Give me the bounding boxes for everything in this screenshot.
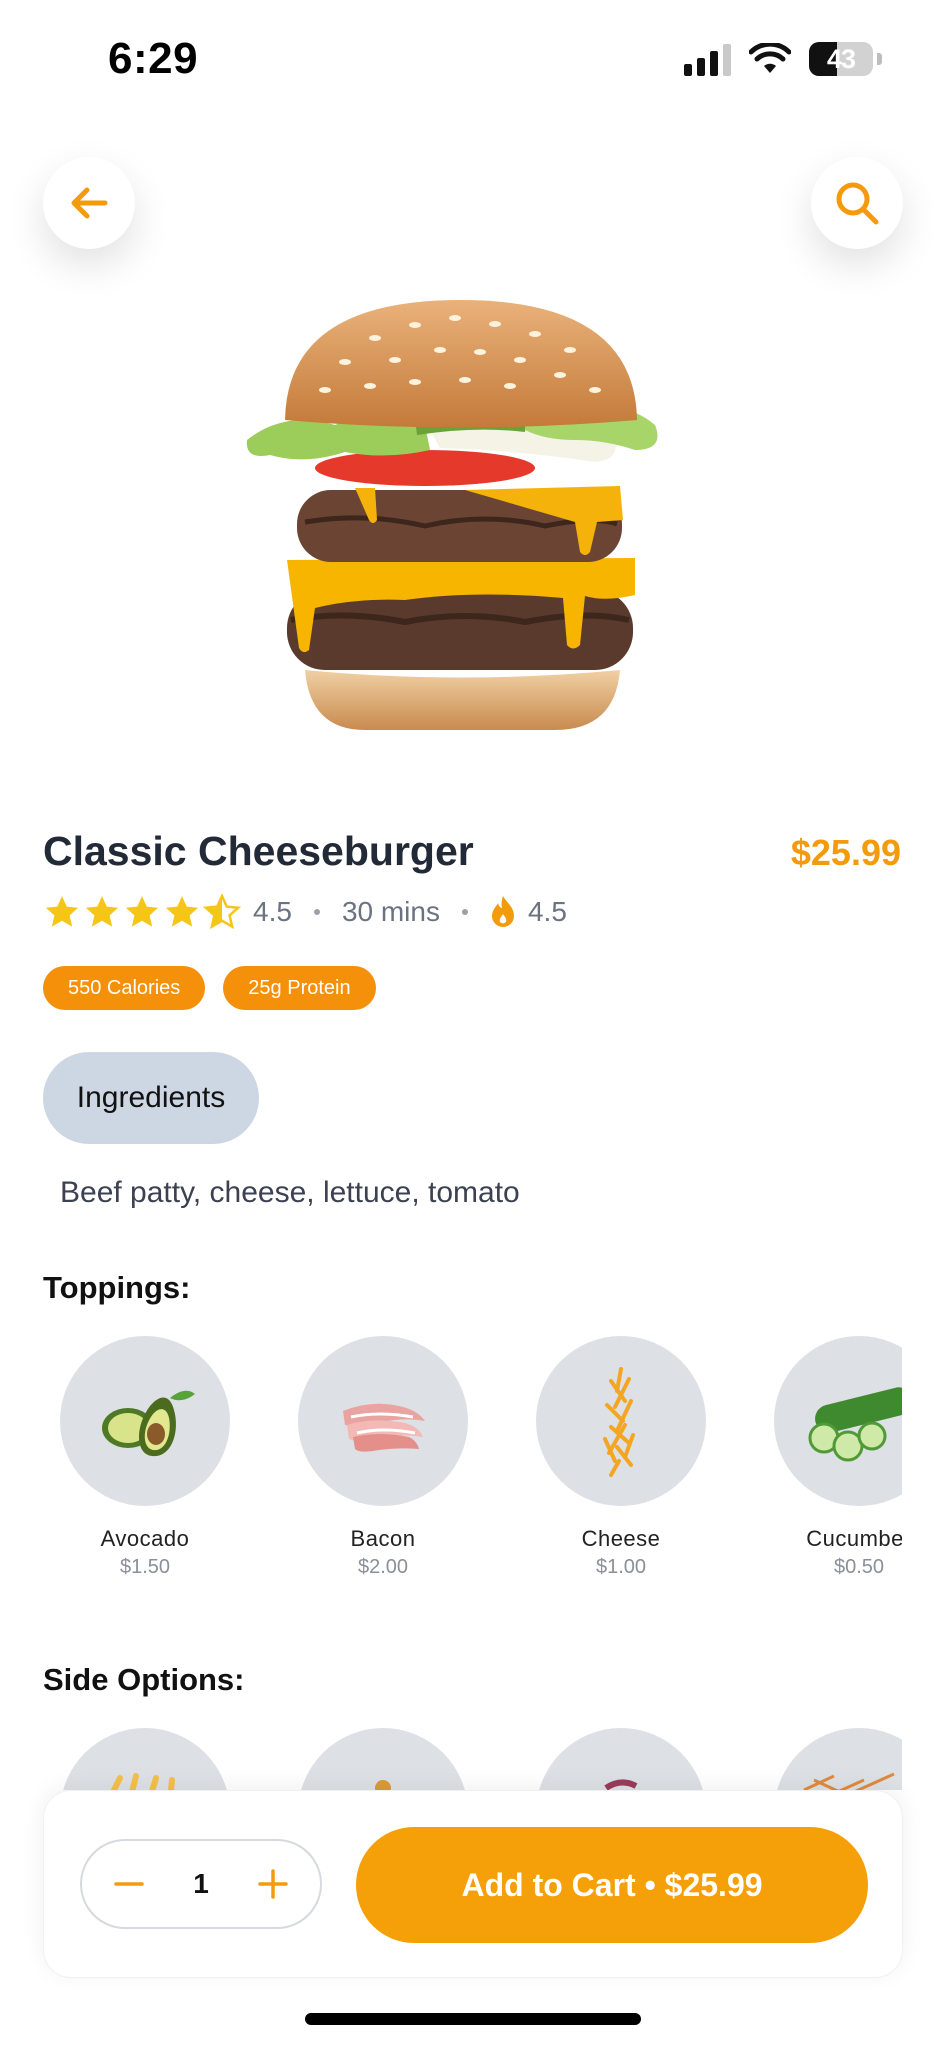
plus-icon[interactable]	[256, 1867, 290, 1901]
star-icon	[125, 896, 159, 927]
ingredients-list: Beef patty, cheese, lettuce, tomato	[60, 1176, 520, 1209]
side-item-coleslaw[interactable]	[774, 1728, 902, 1790]
topping-name: Bacon	[350, 1526, 416, 1551]
side-item-fries[interactable]	[60, 1728, 230, 1790]
add-to-cart-button[interactable]: Add to Cart • $25.99	[356, 1827, 868, 1943]
status-bar: 6:29 43	[0, 0, 946, 120]
back-button[interactable]	[43, 157, 135, 249]
topping-item-cheese[interactable]: Cheese $1.00	[536, 1336, 706, 1579]
cheese-image	[536, 1336, 706, 1506]
home-indicator	[305, 2013, 641, 2025]
prep-time: 30 mins	[341, 896, 440, 927]
arrow-left-icon	[71, 187, 108, 219]
wifi-icon	[749, 43, 791, 73]
burger-image	[246, 300, 658, 730]
toppings-heading: Toppings:	[43, 1270, 191, 1305]
status-time: 6:29	[108, 34, 199, 83]
topping-name: Cheese	[581, 1526, 661, 1551]
topping-price: $1.00	[595, 1556, 647, 1578]
topping-price: $0.50	[833, 1556, 885, 1578]
rating-stars	[43, 893, 241, 931]
nutrition-badges: 550 Calories 25g Protein	[43, 966, 376, 1010]
product-price: $25.99	[790, 832, 901, 873]
topping-price: $1.50	[119, 1556, 171, 1578]
product-title: Classic Cheeseburger	[43, 828, 474, 874]
side-item-salad[interactable]	[536, 1728, 706, 1790]
side-options-list	[60, 1728, 902, 1790]
avocado-image	[60, 1336, 230, 1506]
topping-item-bacon[interactable]: Bacon $2.00	[298, 1336, 468, 1579]
quantity-stepper: 1	[80, 1839, 322, 1929]
quantity-value: 1	[193, 1868, 209, 1899]
star-icon	[165, 896, 199, 927]
star-half-icon	[203, 893, 241, 930]
topping-item-avocado[interactable]: Avocado $1.50	[60, 1336, 230, 1579]
topping-name: Cucumber	[806, 1526, 902, 1551]
topping-item-cucumber[interactable]: Cucumber $0.50	[774, 1336, 902, 1579]
calories-badge: 550 Calories	[43, 966, 206, 1010]
tab-ingredients[interactable]: Ingredients	[43, 1052, 259, 1144]
minus-icon[interactable]	[112, 1867, 146, 1901]
separator-dot	[461, 909, 468, 915]
search-icon	[836, 182, 879, 225]
side-options-heading: Side Options:	[43, 1662, 245, 1697]
product-meta: 4.5 30 mins 4.5	[43, 892, 567, 932]
separator-dot	[313, 909, 320, 915]
rating-value: 4.5	[253, 896, 292, 927]
search-button[interactable]	[811, 157, 903, 249]
cellular-signal-icon	[684, 42, 731, 76]
topping-price: $2.00	[357, 1556, 409, 1578]
status-icons: 43	[684, 42, 882, 76]
topping-name: Avocado	[100, 1526, 190, 1551]
star-icon	[45, 896, 79, 927]
cart-panel: 1 Add to Cart • $25.99	[43, 1790, 903, 1978]
battery-level: 43	[826, 43, 856, 74]
side-item-onion-rings[interactable]	[298, 1728, 468, 1790]
flame-icon	[491, 896, 514, 927]
spice-value: 4.5	[527, 896, 567, 927]
star-icon	[85, 896, 119, 927]
protein-badge: 25g Protein	[223, 966, 376, 1010]
cucumber-image	[774, 1336, 902, 1506]
bacon-image	[298, 1336, 468, 1506]
toppings-list: Avocado $1.50 Bacon $2.00 Cheese $1.00 C…	[60, 1336, 902, 1586]
battery-icon: 43	[809, 42, 873, 76]
